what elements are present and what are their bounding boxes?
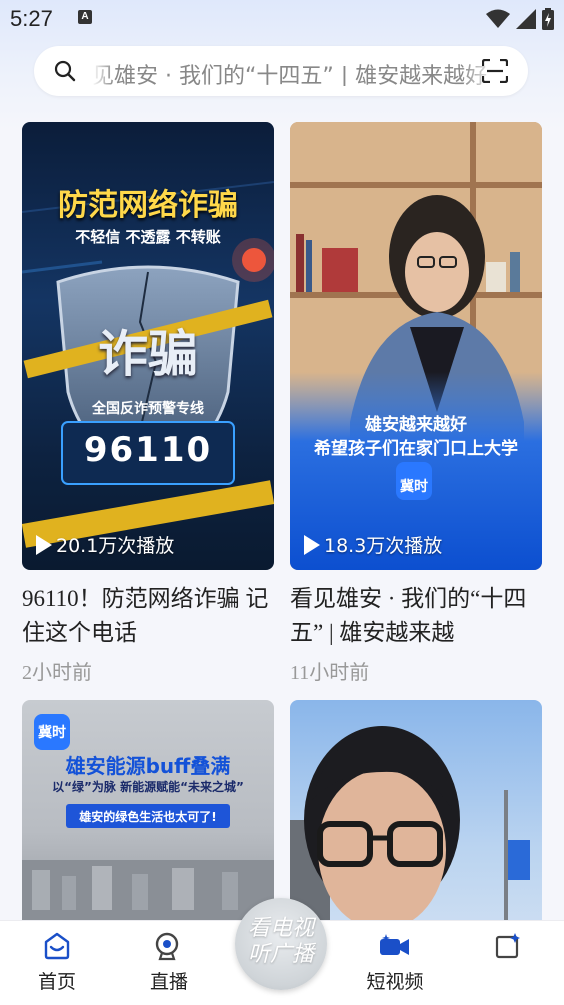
notification-icon: A — [78, 10, 92, 24]
status-time: 5:27 — [10, 6, 53, 31]
video-time: 2小时前 — [22, 662, 92, 684]
overlay-subtitle: 不轻信 不透露 不转账 — [75, 228, 221, 246]
overlay-headline: 雄安能源buff叠满 — [65, 754, 231, 778]
tv-radio-button[interactable]: 看电视 听广播 — [235, 898, 327, 990]
signal-icon — [516, 9, 536, 29]
play-icon — [304, 534, 320, 555]
nav-short-video-label: 短视频 — [366, 971, 424, 993]
nav-short-video[interactable]: 短视频 — [355, 931, 435, 994]
play-count: 20.1万次播放 — [36, 531, 174, 558]
service-icon — [495, 933, 520, 959]
thumbnail-art — [290, 726, 530, 940]
video-title[interactable]: 看见雄安 · 我们的“十四五” | 雄安越来越 — [290, 582, 546, 650]
tv-radio-line2: 听广播 — [247, 942, 314, 967]
scan-icon[interactable] — [482, 59, 508, 83]
video-time: 11小时前 — [290, 662, 370, 684]
nav-home-label: 首页 — [37, 971, 76, 993]
live-icon — [155, 932, 179, 961]
video-thumbnail[interactable] — [290, 700, 542, 940]
status-bar: 5:27 A — [0, 0, 564, 38]
search-icon[interactable] — [54, 60, 76, 82]
nav-live[interactable]: 直播 — [129, 931, 209, 994]
play-count-text: 20.1万次播放 — [56, 535, 175, 557]
tv-radio-line1: 看电视 — [247, 916, 314, 941]
search-bar[interactable]: 见雄安 · 我们的“十四五” | 雄安越来越好 — [34, 46, 528, 96]
tv-radio-label: 看电视 听广播 — [235, 916, 327, 968]
battery-icon — [542, 8, 554, 30]
shield-text: 诈骗 — [98, 325, 198, 383]
video-thumbnail[interactable]: 防范网络诈骗 不轻信 不透露 不转账 诈骗 全国反诈预警专线 96110 20.… — [22, 122, 274, 570]
nav-live-label: 直播 — [149, 971, 188, 993]
nav-service[interactable] — [468, 931, 548, 965]
nav-home[interactable]: 首页 — [17, 931, 97, 994]
video-thumbnail[interactable]: 雄安越来越好 希望孩子们在家门口上大学 冀时 18.3万次播放 — [290, 122, 542, 570]
video-title[interactable]: 96110！防范网络诈骗 记住这个电话 — [22, 582, 278, 650]
brand-logo: 冀时 — [38, 725, 66, 741]
caption-line2: 希望孩子们在家门口上大学 — [314, 439, 518, 459]
video-thumbnail[interactable]: 冀时 雄安能源buff叠满 以“绿”为脉 新能源赋能“未来之城” 雄安的绿色生活… — [22, 700, 274, 940]
thumbnail-art — [290, 122, 542, 570]
play-count-text: 18.3万次播放 — [324, 535, 443, 557]
play-icon — [36, 534, 52, 555]
home-icon — [44, 932, 70, 960]
video-camera-icon — [380, 934, 409, 955]
play-count: 18.3万次播放 — [304, 531, 442, 558]
hotline-number: 96110 — [83, 430, 213, 470]
overlay-title: 防范网络诈骗 — [58, 188, 238, 223]
search-input[interactable]: 见雄安 · 我们的“十四五” | 雄安越来越好 — [92, 58, 496, 86]
caption-line1: 雄安越来越好 — [365, 415, 467, 435]
overlay-subline: 以“绿”为脉 新能源赋能“未来之城” — [52, 780, 244, 794]
overlay-tagline: 雄安的绿色生活也太可了! — [79, 810, 217, 824]
status-icons — [486, 8, 554, 30]
brand-logo: 冀时 — [400, 479, 428, 495]
wifi-icon — [486, 9, 510, 28]
hotline-label: 全国反诈预警专线 — [92, 401, 204, 417]
